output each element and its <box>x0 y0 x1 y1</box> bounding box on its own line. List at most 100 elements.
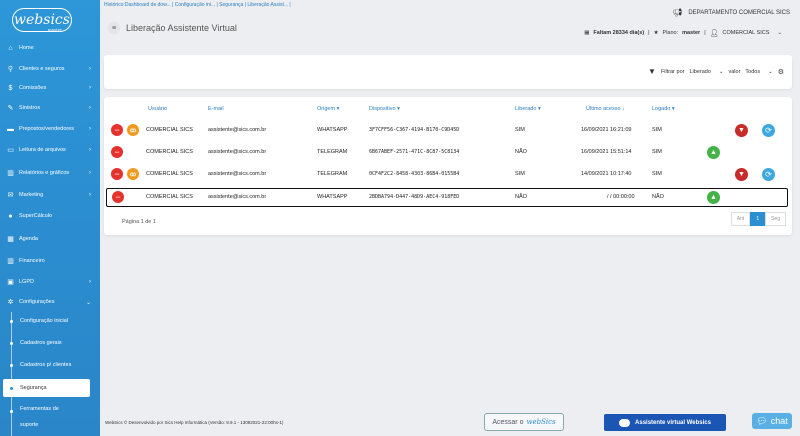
chevron-down-icon[interactable]: ⌄ <box>777 30 782 36</box>
filter-value-select[interactable]: Todos ⌄ <box>745 69 772 75</box>
pagination: Ant 1 Seg <box>730 212 786 226</box>
briefcase-icon: ▬ <box>7 125 14 133</box>
column-header-email[interactable]: E-mail <box>208 106 224 112</box>
sidebar-item-lgpd[interactable]: ▣ LGPD › <box>0 273 100 291</box>
settings-icon[interactable]: ⚙ <box>778 68 784 76</box>
sidebar-item-comissoes[interactable]: $ Comissões › <box>0 79 100 97</box>
chevron-down-icon: ⌄ <box>718 68 724 75</box>
column-header-usuario[interactable]: Usuário <box>148 106 167 112</box>
chevron-right-icon: › <box>89 279 91 285</box>
websics-logo[interactable]: websics master <box>12 8 72 32</box>
sidebar-item-prepostos[interactable]: ▬ Prepostos/vendedores › <box>0 120 100 138</box>
cell-usuario: COMERCIAL SICS <box>146 194 193 200</box>
remove-icon[interactable]: − <box>111 146 123 158</box>
calendar-icon: ▦ <box>584 30 590 36</box>
calendar-icon: ▦ <box>7 236 14 243</box>
sort-icon: ▾ <box>537 106 541 112</box>
page-1-button[interactable]: 1 <box>750 212 766 226</box>
remove-icon[interactable]: − <box>111 168 123 180</box>
sidebar-subitem-ferramentas[interactable]: Ferramentas de <box>0 404 100 414</box>
table-row[interactable]: − COMERCIAL SICS assistente@sics.com.br … <box>106 143 788 162</box>
remove-icon[interactable]: − <box>112 191 124 203</box>
envelope-icon: ✉ <box>7 192 14 199</box>
link-icon[interactable]: ꝏ <box>127 124 139 136</box>
cell-liberado: SIM <box>515 171 525 177</box>
plan-value: master <box>682 30 701 36</box>
thumbs-down-icon[interactable]: ▼ <box>735 168 748 181</box>
column-header-ultimo-acesso[interactable]: Último acesso ↓ <box>586 106 625 112</box>
bullet-icon <box>10 410 13 413</box>
cell-ultimo-acesso: 16/09/2021 15:51:14 <box>581 149 632 155</box>
bank-icon: ▥ <box>7 258 14 265</box>
link-icon[interactable]: ꝏ <box>127 168 139 180</box>
cell-logado: SIM <box>652 149 662 155</box>
sidebar-subitem-configuracao-inicial[interactable]: Configuração inicial <box>0 312 100 330</box>
table-row[interactable]: − ꝏ COMERCIAL SICS assistente@sics.com.b… <box>106 121 788 140</box>
sidebar-item-financeiro[interactable]: ▥ Financeiro <box>0 252 100 270</box>
bullet-icon <box>10 386 13 390</box>
sort-down-icon: ↓ <box>622 106 625 112</box>
thumbs-down-icon[interactable]: ▼ <box>735 124 748 137</box>
column-header-liberado[interactable]: Liberado ▾ <box>515 106 541 112</box>
account-info: ▦ Faltam 28334 dia(s) | ★ Plano: master … <box>584 29 782 37</box>
assistente-virtual-button[interactable]: Assistente virtual Websics <box>604 414 726 431</box>
refresh-icon[interactable]: ⟳ <box>762 168 775 181</box>
dollar-icon: $ <box>8 84 13 92</box>
filter-icon: ▼ <box>648 67 656 76</box>
filter-field-select[interactable]: Liberado ⌄ <box>689 69 723 75</box>
folder-icon: ▭ <box>7 147 14 154</box>
next-page-button[interactable]: Seg <box>765 212 786 226</box>
plan-label: Plano: <box>662 30 679 36</box>
prev-page-button[interactable]: Ant <box>730 212 751 226</box>
thumbs-up-icon[interactable]: ▲ <box>707 146 720 159</box>
sidebar-item-configuracoes[interactable]: ✲ Configurações ⌄ <box>0 293 100 311</box>
cell-ultimo-acesso: / / 00:00:00 <box>607 194 635 200</box>
cell-dispositivo: 6B67ABEF-2571-471C-8C87-5C8134 <box>369 149 460 155</box>
sidebar-subitem-seguranca[interactable]: Segurança <box>3 379 90 397</box>
sidebar-item-relatorios[interactable]: ▥ Relatórios e gráficos › <box>0 164 100 182</box>
days-remaining: Faltam 28334 dia(s) <box>593 30 645 36</box>
thumbs-up-icon[interactable]: ▲ <box>707 191 720 204</box>
sidebar-item-agenda[interactable]: ▦ Agenda <box>0 230 100 248</box>
sidebar-item-clientes[interactable]: ⚲ Clientes e seguros › <box>0 60 100 78</box>
sidebar-item-sinistros[interactable]: ✎ Sinistros › <box>0 99 100 117</box>
acessar-websics-button[interactable]: Acessar o webSics <box>484 413 564 431</box>
remove-icon[interactable]: − <box>111 124 123 136</box>
sidebar-item-leitura[interactable]: ▭ Leitura de arquivos › <box>0 141 100 159</box>
sidebar-item-marketing[interactable]: ✉ Marketing › <box>0 186 100 204</box>
sidebar-subitem-cadastros-clientes[interactable]: Cadastros p/ clientes <box>0 356 100 374</box>
table-row-selected[interactable]: − COMERCIAL SICS assistente@sics.com.br … <box>106 188 788 207</box>
chevron-right-icon: › <box>89 170 91 176</box>
sort-icon: ▾ <box>336 106 340 112</box>
hamburger-icon: ≡ <box>111 24 117 32</box>
value-label: valor <box>728 68 741 75</box>
filter-panel: ▼ Filtrar por Liberado ⌄ valor Todos ⌄ ⚙ <box>104 55 792 89</box>
chevron-down-icon: ⌄ <box>768 68 773 75</box>
chat-button[interactable]: 💬︎ chat <box>752 413 792 429</box>
refresh-icon[interactable]: ⟳ <box>762 124 775 137</box>
table-row[interactable]: − ꝏ COMERCIAL SICS assistente@sics.com.b… <box>106 165 788 184</box>
sidebar-subitem-suporte[interactable]: suporte <box>0 420 100 430</box>
cell-email: assistente@sics.com.br <box>208 149 267 155</box>
cell-origem: WHATSAPP <box>317 127 348 133</box>
websics-brand: webSics <box>526 418 556 426</box>
breadcrumb[interactable]: Histórico:Dashboard de dow... | Configur… <box>104 2 291 8</box>
megaphone-icon[interactable]: 📢︎ <box>672 8 682 17</box>
robot-icon <box>619 418 631 427</box>
column-header-dispositivo[interactable]: Dispositivo ▾ <box>369 106 400 112</box>
sidebar-subitem-cadastros-gerais[interactable]: Cadastros gerais <box>0 334 100 352</box>
menu-toggle-button[interactable]: ≡ <box>108 22 120 34</box>
submenu-line <box>11 312 12 436</box>
user-menu[interactable]: COMERCIAL SICS <box>723 30 770 36</box>
user-icon: 👤︎ <box>709 30 719 37</box>
chart-icon: ▥ <box>7 170 14 177</box>
cell-logado: SIM <box>652 171 662 177</box>
column-header-logado[interactable]: Logado ▾ <box>652 106 675 112</box>
sidebar-item-home[interactable]: ⌂ Home <box>0 39 100 57</box>
cell-usuario: COMERCIAL SICS <box>146 127 193 133</box>
divider: | <box>704 30 706 36</box>
department-name: DEPARTAMENTO COMERCIAL SICS <box>688 9 790 16</box>
sidebar-item-supercalculo[interactable]: ● SuperCálculo <box>0 207 100 225</box>
column-header-origem[interactable]: Origem ▾ <box>317 106 339 112</box>
bullet-icon <box>10 341 13 345</box>
